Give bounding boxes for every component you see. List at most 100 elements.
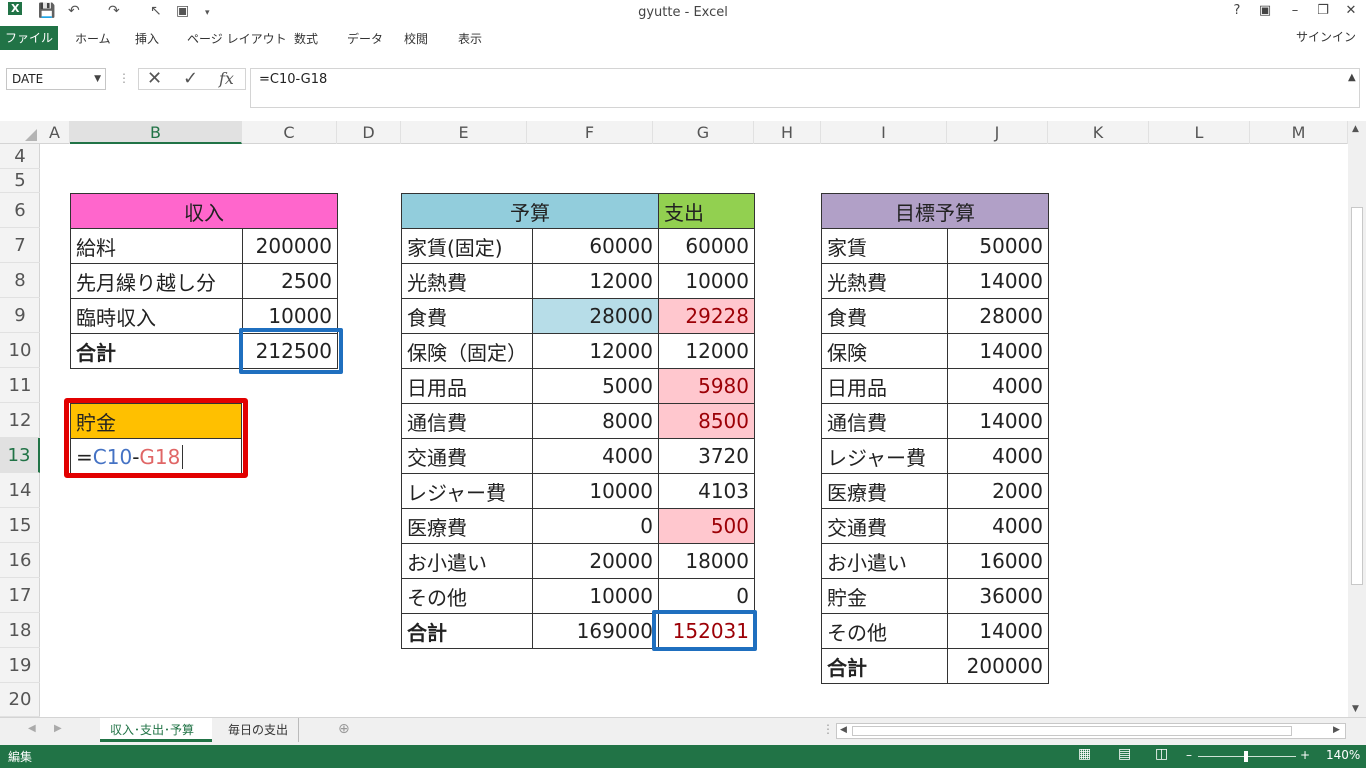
tab-file[interactable]: ファイル — [0, 26, 58, 50]
tab-page-layout[interactable]: ページ レイアウト — [187, 30, 287, 47]
scroll-left-icon[interactable]: ◀ — [840, 725, 847, 735]
budget-label[interactable]: 食費 — [401, 298, 533, 334]
budget-label[interactable]: 光熱費 — [401, 263, 533, 299]
tab-insert[interactable]: 挿入 — [135, 30, 159, 47]
zoom-in-icon[interactable]: + — [1300, 748, 1310, 762]
row-header[interactable]: 16 — [0, 543, 40, 578]
row-header[interactable]: 9 — [0, 298, 40, 333]
next-sheet-icon[interactable]: ▶ — [54, 723, 62, 734]
column-header[interactable]: C — [242, 121, 337, 144]
close-icon[interactable]: ✕ — [1338, 3, 1364, 18]
budget-total-value[interactable]: 169000 — [532, 613, 659, 649]
row-header[interactable]: 6 — [0, 193, 40, 228]
target-label[interactable]: 医療費 — [821, 473, 948, 509]
row-header[interactable]: 5 — [0, 169, 40, 193]
sign-in-link[interactable]: サインイン — [1296, 28, 1356, 45]
column-header[interactable]: A — [40, 121, 70, 144]
budget-value[interactable]: 10000 — [532, 473, 659, 509]
scroll-up-icon[interactable]: ▲ — [1352, 124, 1359, 134]
tab-formulas[interactable]: 数式 — [294, 30, 318, 47]
formula-input[interactable]: =C10-G18 — [250, 68, 1360, 108]
budget-value[interactable]: 4000 — [532, 438, 659, 474]
target-value[interactable]: 50000 — [947, 228, 1049, 264]
tab-review[interactable]: 校閲 — [404, 30, 428, 47]
income-header[interactable]: 収入 — [70, 193, 338, 229]
budget-value[interactable]: 5000 — [532, 368, 659, 404]
column-header[interactable]: D — [337, 121, 401, 144]
budget-label[interactable]: 交通費 — [401, 438, 533, 474]
target-label[interactable]: 交通費 — [821, 508, 948, 544]
column-header[interactable]: M — [1250, 121, 1348, 144]
add-sheet-icon[interactable]: ⊕ — [338, 721, 350, 737]
row-header-selected[interactable]: 13 — [0, 438, 40, 473]
spent-value[interactable]: 18000 — [658, 543, 755, 579]
ribbon-display-icon[interactable]: ▣ — [1252, 3, 1278, 18]
target-label[interactable]: 保険 — [821, 333, 948, 369]
row-header[interactable]: 12 — [0, 403, 40, 438]
minimize-icon[interactable]: – — [1282, 3, 1308, 18]
target-label[interactable]: 光熱費 — [821, 263, 948, 299]
spent-value[interactable]: 4103 — [658, 473, 755, 509]
spent-value[interactable]: 10000 — [658, 263, 755, 299]
column-header[interactable]: L — [1149, 121, 1250, 144]
target-value[interactable]: 14000 — [947, 613, 1049, 649]
target-total-label[interactable]: 合計 — [821, 648, 948, 684]
column-header[interactable]: I — [821, 121, 947, 144]
sheet-tab-active[interactable]: 収入･支出･予算 — [100, 718, 212, 742]
scroll-down-icon[interactable]: ▼ — [1352, 704, 1359, 714]
horizontal-scrollbar[interactable]: ◀ ▶ — [836, 723, 1346, 739]
row-header[interactable]: 10 — [0, 333, 40, 368]
target-header[interactable]: 目標予算 — [821, 193, 1049, 229]
row-header[interactable]: 19 — [0, 648, 40, 683]
enter-icon[interactable]: ✓ — [183, 69, 198, 89]
budget-value[interactable]: 20000 — [532, 543, 659, 579]
budget-label[interactable]: 保険（固定） — [401, 333, 533, 369]
spent-value-over[interactable]: 5980 — [658, 368, 755, 404]
row-header[interactable]: 17 — [0, 578, 40, 613]
budget-value[interactable]: 0 — [532, 508, 659, 544]
target-label[interactable]: 貯金 — [821, 578, 948, 614]
spent-value[interactable]: 0 — [658, 578, 755, 614]
budget-label[interactable]: 医療費 — [401, 508, 533, 544]
column-header[interactable]: G — [653, 121, 754, 144]
tab-home[interactable]: ホーム — [75, 30, 111, 47]
zoom-slider-handle[interactable] — [1244, 751, 1248, 762]
select-all-button[interactable] — [0, 121, 40, 144]
budget-label[interactable]: 家賃(固定) — [401, 228, 533, 264]
spent-value[interactable]: 60000 — [658, 228, 755, 264]
target-label[interactable]: レジャー費 — [821, 438, 948, 474]
budget-header[interactable]: 予算 — [401, 193, 659, 229]
target-label[interactable]: 通信費 — [821, 403, 948, 439]
target-label[interactable]: お小遣い — [821, 543, 948, 579]
budget-label[interactable]: レジャー費 — [401, 473, 533, 509]
income-total-label[interactable]: 合計 — [70, 333, 243, 369]
budget-value[interactable]: 8000 — [532, 403, 659, 439]
spent-value[interactable]: 12000 — [658, 333, 755, 369]
restore-icon[interactable]: ❐ — [1310, 3, 1336, 18]
target-value[interactable]: 36000 — [947, 578, 1049, 614]
column-header[interactable]: K — [1048, 121, 1149, 144]
row-header[interactable]: 8 — [0, 263, 40, 298]
budget-value[interactable]: 12000 — [532, 333, 659, 369]
target-total-value[interactable]: 200000 — [947, 648, 1049, 684]
page-break-view-icon[interactable]: ◫ — [1155, 746, 1168, 762]
budget-value[interactable]: 10000 — [532, 578, 659, 614]
row-header[interactable]: 15 — [0, 508, 40, 543]
tab-data[interactable]: データ — [347, 30, 383, 47]
column-header[interactable]: F — [527, 121, 653, 144]
spent-header[interactable]: 支出 — [658, 193, 755, 229]
spent-value-over[interactable]: 500 — [658, 508, 755, 544]
spent-value-over[interactable]: 29228 — [658, 298, 755, 334]
vertical-scroll-thumb[interactable] — [1351, 207, 1363, 585]
budget-value[interactable]: 28000 — [532, 298, 659, 334]
target-value[interactable]: 4000 — [947, 368, 1049, 404]
target-value[interactable]: 16000 — [947, 543, 1049, 579]
cancel-icon[interactable]: ✕ — [147, 69, 162, 89]
spent-value[interactable]: 3720 — [658, 438, 755, 474]
column-header[interactable]: E — [401, 121, 527, 144]
chevron-down-icon[interactable]: ▼ — [94, 69, 101, 89]
row-header[interactable]: 14 — [0, 473, 40, 508]
column-header[interactable]: J — [947, 121, 1048, 144]
spent-value-over[interactable]: 8500 — [658, 403, 755, 439]
tab-split-grip-icon[interactable]: ⋮ — [822, 722, 834, 736]
